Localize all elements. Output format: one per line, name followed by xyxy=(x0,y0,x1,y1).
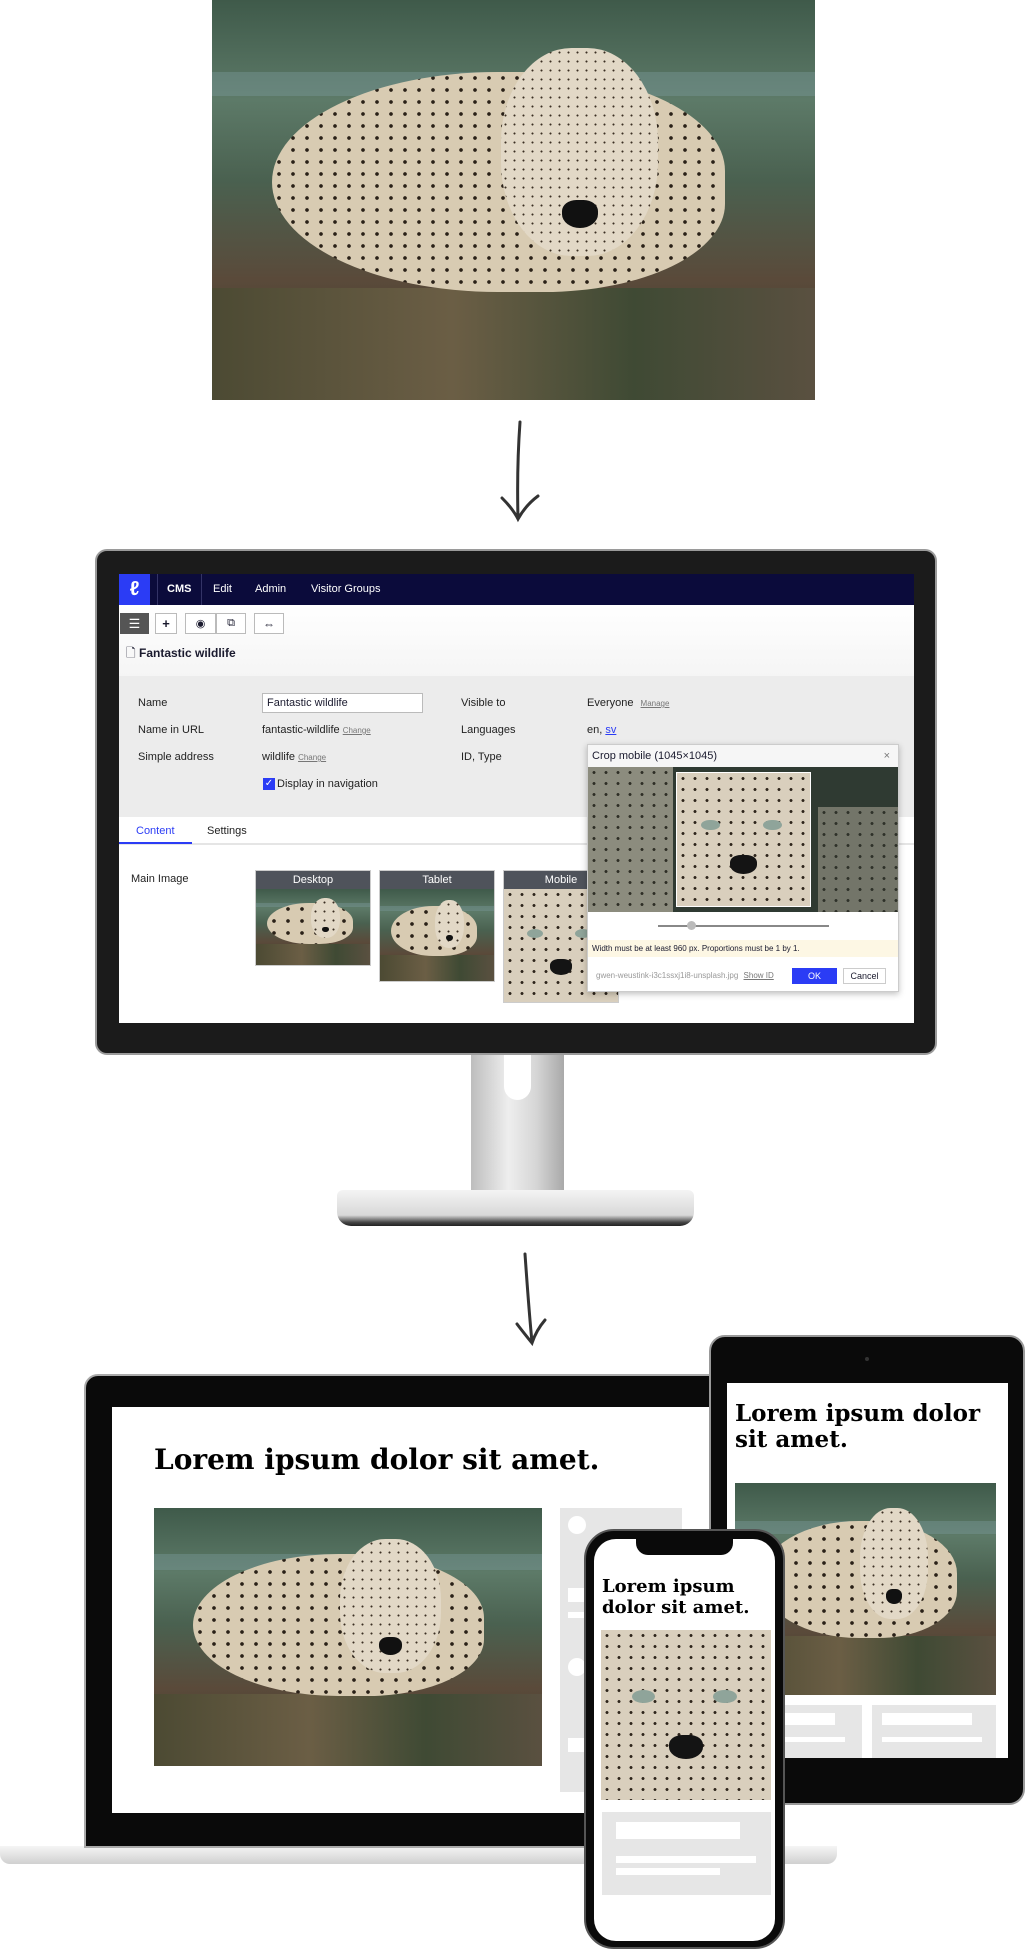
url-text: fantastic-wildlife xyxy=(262,724,340,736)
display-in-nav-checkbox[interactable]: ✓ Display in navigation xyxy=(263,778,378,790)
nav-edit[interactable]: Edit xyxy=(213,574,232,605)
tab-settings[interactable]: Settings xyxy=(207,825,247,837)
view-button[interactable]: ◉ xyxy=(185,613,216,634)
thumb-desktop-label: Desktop xyxy=(256,871,370,889)
languages-text: en, xyxy=(587,724,603,736)
compare-button[interactable]: ⇔ xyxy=(254,613,284,634)
phone-heading: Lorem ipsum dolor sit amet. xyxy=(602,1576,750,1618)
simple-address-text: wildlife xyxy=(262,751,296,763)
simple-address-change-link[interactable]: Change xyxy=(298,753,326,762)
crop-selection[interactable] xyxy=(676,772,811,907)
monitor-stand-neck xyxy=(471,1050,564,1198)
nav-visitor-groups[interactable]: Visitor Groups xyxy=(311,574,381,605)
display-in-nav-label: Display in navigation xyxy=(277,778,378,790)
simple-address-value: wildlife Change xyxy=(262,751,326,763)
phone-leopard-image xyxy=(601,1630,771,1800)
cms-logo[interactable]: ℓ xyxy=(119,574,150,605)
manage-link[interactable]: Manage xyxy=(641,699,670,708)
crop-dialog-header: Crop mobile (1045×1045) × xyxy=(588,745,898,767)
eye-icon: ◉ xyxy=(195,618,206,630)
arrow-down-icon xyxy=(500,420,540,523)
source-leopard-photo xyxy=(212,0,815,400)
tab-content-underline xyxy=(119,842,192,844)
zoom-slider[interactable] xyxy=(658,921,829,930)
visible-to-text: Everyone xyxy=(587,697,634,709)
url-change-link[interactable]: Change xyxy=(343,726,371,735)
main-image-label: Main Image xyxy=(131,873,189,885)
close-icon[interactable]: × xyxy=(884,745,890,767)
thumb-desktop[interactable]: Desktop xyxy=(255,870,371,966)
ok-button[interactable]: OK xyxy=(792,968,837,984)
crop-dialog: Crop mobile (1045×1045) × Width must be … xyxy=(587,744,899,992)
thumb-tablet-image xyxy=(380,889,494,981)
url-value: fantastic-wildlife Change xyxy=(262,724,371,736)
crop-canvas[interactable] xyxy=(588,767,898,912)
thumb-desktop-image xyxy=(256,889,370,965)
zoom-slider-knob[interactable] xyxy=(687,921,697,930)
tab-content[interactable]: Content xyxy=(136,825,175,837)
cancel-button[interactable]: Cancel xyxy=(843,968,886,984)
visible-to-value: Everyone Manage xyxy=(587,697,669,709)
phone-notch xyxy=(636,1539,733,1555)
name-input[interactable]: Fantastic wildlife xyxy=(262,693,423,713)
languages-label: Languages xyxy=(461,724,516,736)
tablet-heading: Lorem ipsum dolor sit amet. xyxy=(735,1400,981,1454)
phone-frame: Lorem ipsum dolor sit amet. xyxy=(584,1529,785,1949)
languages-value: en, sv xyxy=(587,724,616,736)
laptop-heading: Lorem ipsum dolor sit amet. xyxy=(154,1443,600,1476)
top-nav: ℓ CMS Edit Admin Visitor Groups xyxy=(119,574,914,605)
crop-dialog-title: Crop mobile (1045×1045) xyxy=(592,750,718,762)
nav-admin[interactable]: Admin xyxy=(255,574,286,605)
simple-address-label: Simple address xyxy=(138,751,214,763)
name-label: Name xyxy=(138,697,168,709)
plus-icon: + xyxy=(162,616,170,631)
thumb-tablet-label: Tablet xyxy=(380,871,494,889)
thumb-tablet[interactable]: Tablet xyxy=(379,870,495,982)
page-icon: 🗋 xyxy=(126,646,136,660)
page-title: 🗋 Fantastic wildlife xyxy=(126,644,236,665)
add-button[interactable]: + xyxy=(155,613,177,634)
tree-toggle-button[interactable]: ☰ xyxy=(120,613,149,634)
tree-icon: ☰ xyxy=(128,615,141,631)
url-label: Name in URL xyxy=(138,724,205,736)
checkbox-checked-icon: ✓ xyxy=(263,778,275,790)
preview-button[interactable]: ⧉ xyxy=(216,613,246,634)
laptop-leopard-image xyxy=(154,1508,542,1766)
show-id-link[interactable]: Show ID xyxy=(744,971,774,980)
phone-screen: Lorem ipsum dolor sit amet. xyxy=(594,1539,775,1941)
filename-text: gwen-weustink-i3c1ssxj1i8-unsplash.jpg xyxy=(596,971,739,980)
id-type-label: ID, Type xyxy=(461,751,502,763)
tablet-camera xyxy=(865,1357,869,1361)
nav-cms[interactable]: CMS xyxy=(167,574,191,605)
arrow-down-icon xyxy=(515,1252,547,1347)
crop-warning: Width must be at least 960 px. Proportio… xyxy=(588,940,898,957)
page-title-text: Fantastic wildlife xyxy=(139,646,236,660)
visible-to-label: Visible to xyxy=(461,697,506,709)
preview-icon: ⧉ xyxy=(227,617,235,629)
language-sv-link[interactable]: sv xyxy=(605,724,616,736)
monitor-stand-base xyxy=(337,1190,694,1226)
logo-icon: ℓ xyxy=(129,578,140,600)
compare-icon: ⇔ xyxy=(263,616,275,631)
crop-filename: gwen-weustink-i3c1ssxj1i8-unsplash.jpg S… xyxy=(596,971,774,980)
